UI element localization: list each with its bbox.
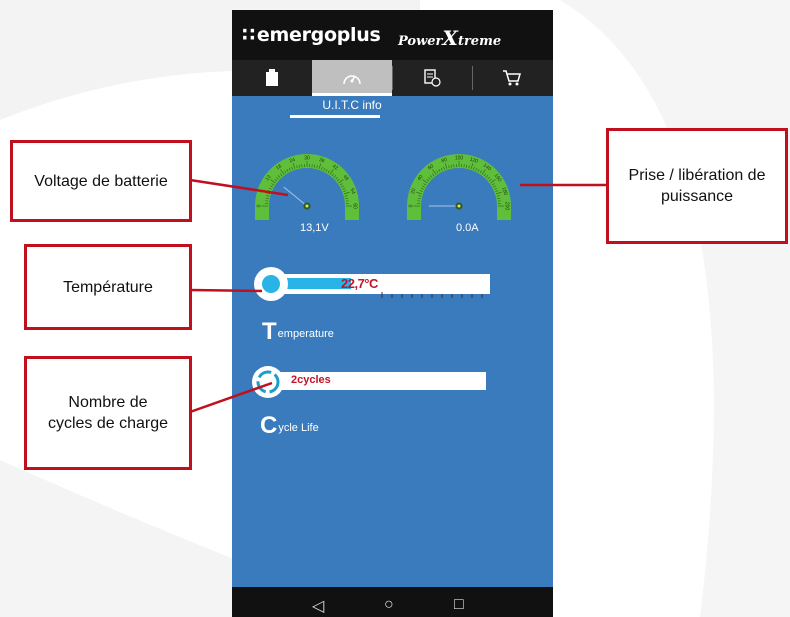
- voltage-gauge-tick-label: 60: [352, 203, 358, 209]
- power-text-2: treme: [457, 34, 502, 49]
- power-text: Power: [398, 34, 443, 49]
- page-subtitle: U.I.T.C info: [322, 98, 382, 112]
- cart-icon: [503, 70, 521, 86]
- cycle-label-initial: C: [260, 412, 278, 439]
- current-gauge-tick-label: 0: [408, 204, 414, 207]
- emergoplus-logo: ∷ emergoplus: [242, 24, 381, 46]
- speedometer-icon: [343, 75, 361, 85]
- temperature-label-initial: T: [262, 318, 277, 345]
- voltage-gauge-tick-label: 0: [256, 204, 262, 207]
- cycle-value: 2cycles: [291, 374, 331, 386]
- battery-icon: [266, 69, 278, 86]
- callout-cycles: Nombre de cycles de charge: [24, 356, 192, 470]
- current-gauge-tick-label: 100: [455, 155, 464, 161]
- logo-mark: ∷: [242, 24, 255, 46]
- current-gauge: 020406080 100 120140160180200: [407, 154, 511, 220]
- brand-header: ∷ emergoplus PowerXtreme: [232, 10, 553, 60]
- voltage-gauge-hub-center: [305, 204, 309, 208]
- voltage-gauge: 06121824 30 3642485460: [255, 154, 359, 220]
- document-info-icon: [424, 69, 441, 87]
- cycle-label-rest: ycle Life: [278, 422, 319, 434]
- current-value: 0.0A: [456, 222, 479, 234]
- temperature-ticks: [381, 292, 483, 298]
- temperature-label: Temperature: [262, 318, 334, 346]
- voltage-value: 13,1V: [300, 222, 329, 234]
- back-button[interactable]: ◁: [312, 596, 324, 616]
- refresh-cycle-icon: [256, 370, 280, 394]
- tab-battery[interactable]: [232, 60, 312, 96]
- temperature-label-rest: emperature: [277, 328, 334, 340]
- android-nav-bar: ◁ ○ □: [232, 587, 553, 617]
- recents-button[interactable]: □: [454, 596, 464, 614]
- voltage-gauge-tick-label: 30: [304, 155, 310, 161]
- cycle-icon: [252, 366, 284, 398]
- callout-temperature: Température: [24, 244, 192, 330]
- voltage-gauge-needle: [283, 186, 308, 207]
- tab-document[interactable]: [392, 60, 472, 96]
- callout-power: Prise / libération de puissance: [606, 128, 788, 244]
- tab-bar: [232, 60, 553, 96]
- phone-screen: ∷ emergoplus PowerXtreme U.I.T.C info 061…: [232, 10, 553, 617]
- cycle-life-label: Cycle Life: [260, 412, 319, 440]
- thermometer-bulb-icon: [254, 267, 288, 301]
- home-button[interactable]: ○: [384, 596, 394, 614]
- tab-active-indicator: [312, 93, 392, 96]
- logo-text: emergoplus: [256, 24, 381, 46]
- powerxtreme-logo: PowerXtreme: [398, 26, 501, 50]
- temperature-value: 22,7°C: [341, 276, 378, 291]
- current-gauge-hub-center: [457, 204, 461, 208]
- tab-info[interactable]: [312, 60, 392, 96]
- tab-cart[interactable]: [472, 60, 552, 96]
- current-gauge-tick-label: 200: [504, 202, 510, 211]
- power-x: X: [442, 26, 458, 50]
- subtitle-underline: [290, 115, 380, 118]
- callout-voltage: Voltage de batterie: [10, 140, 192, 222]
